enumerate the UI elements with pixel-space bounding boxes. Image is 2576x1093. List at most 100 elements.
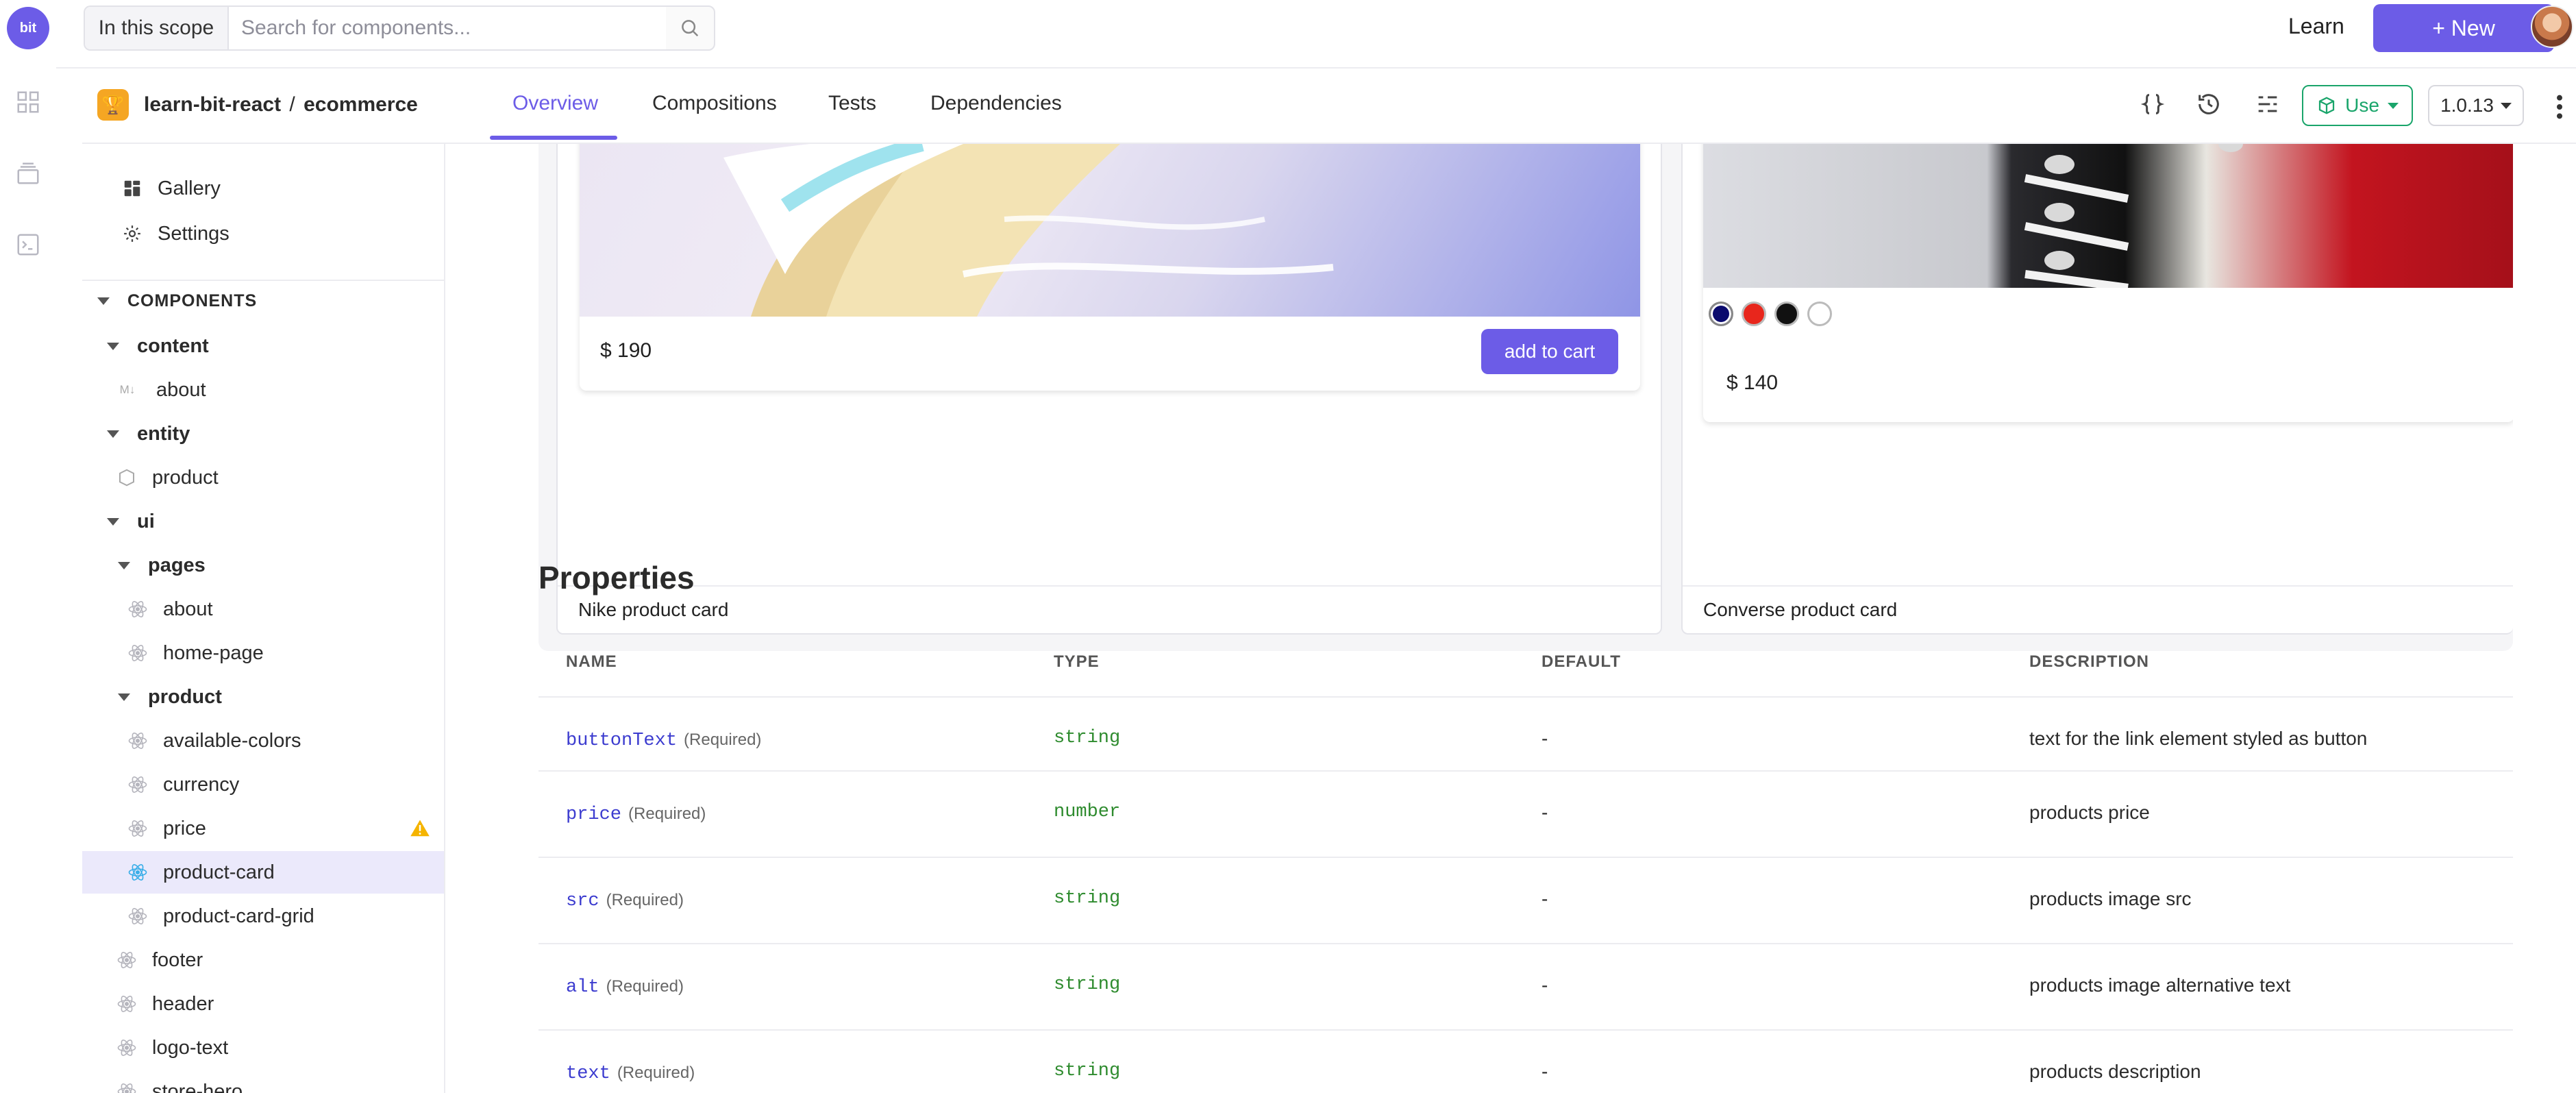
checklist-icon[interactable]: [2253, 89, 2283, 119]
prop-name-cell: src (Required): [566, 888, 684, 911]
prop-name-cell: alt (Required): [566, 974, 684, 998]
tree-item-product-card[interactable]: product-card: [82, 851, 444, 894]
top-bar: In this scope Learn + New: [56, 0, 2576, 69]
history-icon[interactable]: [2194, 89, 2224, 119]
tab-compositions[interactable]: Compositions: [652, 92, 777, 115]
tree-folder-entity[interactable]: entity: [82, 413, 444, 455]
tree-item-logo-text[interactable]: logo-text: [82, 1027, 444, 1069]
tree-item-currency[interactable]: currency: [82, 763, 444, 806]
tree-item-available-colors[interactable]: available-colors: [82, 720, 444, 762]
search-icon[interactable]: [666, 7, 714, 49]
terminal-icon[interactable]: [15, 232, 41, 258]
tree-item-store-hero[interactable]: store-hero: [82, 1070, 444, 1093]
tree-item-label: about: [156, 378, 206, 401]
react-icon: [127, 599, 148, 619]
warning-icon[interactable]: [410, 818, 430, 839]
tree-folder-pages[interactable]: pages: [82, 544, 444, 587]
prop-description: text for the link element styled as butt…: [2029, 728, 2368, 749]
scope-filter[interactable]: In this scope: [85, 7, 229, 49]
react-icon: [116, 950, 137, 970]
tree-item-pages-about[interactable]: about: [82, 588, 444, 630]
react-icon: [127, 862, 148, 883]
tree-item-home-page[interactable]: home-page: [82, 632, 444, 674]
tree-item-product-entity[interactable]: product: [82, 456, 444, 499]
tab-overview[interactable]: Overview: [512, 92, 598, 115]
required-badge: (Required): [606, 977, 684, 996]
sidebar-item-label: Gallery: [158, 177, 221, 199]
grid-icon[interactable]: [15, 89, 41, 115]
prop-default: -: [1541, 802, 1548, 823]
required-badge: (Required): [606, 891, 684, 909]
react-icon: [116, 994, 137, 1014]
version-select[interactable]: 1.0.13: [2428, 85, 2524, 126]
required-badge: (Required): [617, 1064, 695, 1082]
overview-main: $ 190 add to cart Nike product card $ 14…: [447, 144, 2576, 1093]
react-icon: [127, 906, 148, 926]
sidebar-item-label: Settings: [158, 222, 230, 245]
tree-item-label: product-card: [163, 861, 275, 883]
react-icon: [116, 1081, 137, 1093]
component-sidebar: Gallery Settings COMPONENTS content M↓ a…: [82, 144, 445, 1093]
sidebar-item-settings[interactable]: Settings: [82, 212, 444, 255]
tree-item-about-md[interactable]: M↓ about: [82, 369, 444, 411]
tree-item-label: home-page: [163, 641, 264, 664]
tab-tests[interactable]: Tests: [828, 92, 876, 115]
tree-item-price[interactable]: price: [82, 807, 444, 850]
tree-folder-label: content: [137, 334, 209, 357]
column-header-default: DEFAULT: [1541, 652, 1621, 671]
component-name[interactable]: ecommerce: [304, 93, 418, 116]
prop-default: -: [1541, 728, 1548, 749]
sidebar-item-gallery[interactable]: Gallery: [82, 167, 444, 210]
more-vertical-icon[interactable]: [2555, 93, 2569, 123]
prop-type: number: [1054, 802, 1121, 822]
table-row: src (Required) string - products image sr…: [538, 857, 2513, 943]
markdown-icon: M↓: [119, 383, 136, 396]
tree-item-product-card-grid[interactable]: product-card-grid: [82, 895, 444, 937]
bit-logo[interactable]: bit: [7, 7, 49, 49]
user-avatar[interactable]: [2531, 5, 2573, 48]
tree-folder-label: pages: [148, 554, 206, 576]
table-row: text (Required) string - products descrip…: [538, 1029, 2513, 1093]
tree-item-label: product: [152, 466, 219, 489]
tree-item-header[interactable]: header: [82, 983, 444, 1025]
column-header-name: NAME: [566, 652, 617, 671]
entity-cube-icon: [116, 467, 137, 488]
tab-dependencies[interactable]: Dependencies: [930, 92, 1062, 115]
gallery-icon: [122, 178, 143, 199]
scope-link[interactable]: learn-bit-react: [144, 93, 281, 116]
tree-item-label: product-card-grid: [163, 905, 314, 927]
use-button[interactable]: Use: [2302, 85, 2413, 126]
tree-folder-ui[interactable]: ui: [82, 500, 444, 543]
tree-folder-product[interactable]: product: [82, 676, 444, 718]
tree-folder-label: product: [148, 685, 222, 708]
tree-item-footer[interactable]: footer: [82, 939, 444, 981]
search-input[interactable]: [229, 7, 666, 49]
caret-down-icon: [107, 517, 119, 526]
chevron-down-icon: [2387, 102, 2399, 109]
box-icon: [2318, 97, 2335, 114]
prop-default: -: [1541, 974, 1548, 996]
component-path: learn-bit-react / ecommerce: [144, 93, 418, 116]
prop-name-cell: buttonText (Required): [566, 728, 761, 751]
caret-down-icon: [107, 430, 119, 438]
learn-link[interactable]: Learn: [2288, 14, 2344, 39]
code-braces-icon[interactable]: [2138, 89, 2168, 119]
required-badge: (Required): [684, 730, 762, 749]
prop-type: string: [1054, 1061, 1121, 1081]
layers-icon[interactable]: [15, 160, 41, 186]
tree-folder-content[interactable]: content: [82, 325, 444, 367]
react-icon: [116, 1037, 137, 1058]
react-icon: [127, 818, 148, 839]
prop-name: buttonText: [566, 730, 678, 751]
column-header-type: TYPE: [1054, 652, 1100, 671]
caret-down-icon: [118, 561, 130, 569]
new-button[interactable]: + New: [2373, 4, 2554, 52]
use-button-label: Use: [2345, 95, 2379, 116]
prop-description: products price: [2029, 802, 2150, 823]
components-section-toggle[interactable]: COMPONENTS: [82, 280, 444, 322]
chevron-down-icon: [2500, 102, 2512, 109]
prop-description: products image src: [2029, 888, 2192, 909]
properties-table: NAME TYPE DEFAULT DESCRIPTION buttonText…: [538, 144, 2513, 1093]
column-header-description: DESCRIPTION: [2029, 652, 2150, 671]
active-tab-indicator: [490, 136, 617, 140]
